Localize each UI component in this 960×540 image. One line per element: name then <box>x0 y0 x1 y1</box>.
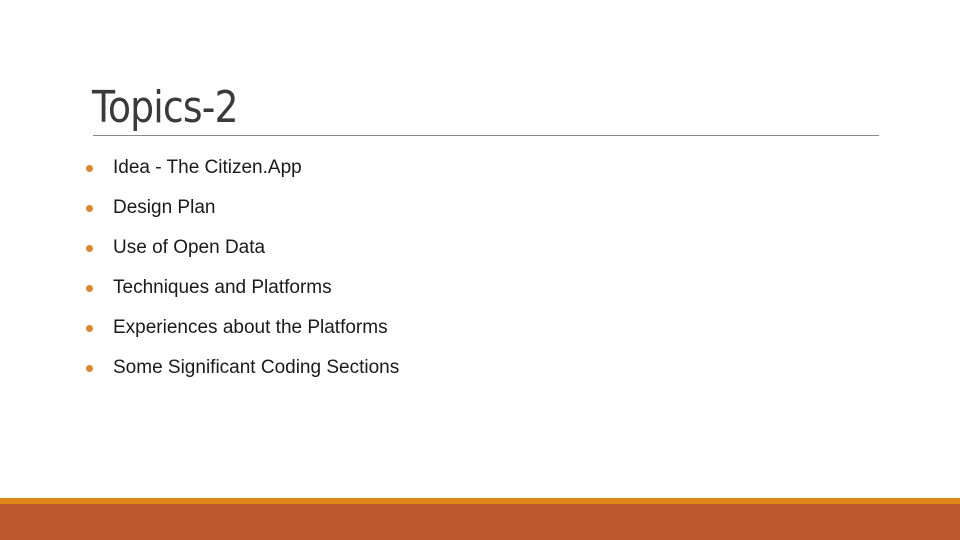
list-item-text: Techniques and Platforms <box>113 277 332 298</box>
list-item: Experiences about the Platforms <box>86 308 399 348</box>
list-item-text: Idea - The Citizen.App <box>113 157 302 178</box>
list-item-text: Design Plan <box>113 197 216 218</box>
footer-band <box>0 504 960 540</box>
list-item: Design Plan <box>86 188 399 228</box>
list-item-text: Experiences about the Platforms <box>113 317 388 338</box>
slide: Topics-2 Idea - The Citizen.App Design P… <box>0 0 960 540</box>
slide-title: Topics-2 <box>92 82 239 133</box>
list-item-text: Some Significant Coding Sections <box>113 357 400 378</box>
list-item: Use of Open Data <box>86 228 399 268</box>
list-item-text: Use of Open Data <box>113 237 266 258</box>
title-underline <box>93 135 879 136</box>
bullet-icon <box>86 164 93 172</box>
list-item: Some Significant Coding Sections <box>86 348 399 388</box>
bullet-icon <box>86 244 93 252</box>
topic-list: Idea - The Citizen.App Design Plan Use o… <box>86 148 399 388</box>
list-item: Idea - The Citizen.App <box>86 148 399 188</box>
list-item: Techniques and Platforms <box>86 268 399 308</box>
bullet-icon <box>86 324 93 332</box>
bullet-icon <box>86 204 93 212</box>
bullet-icon <box>86 364 93 372</box>
bullet-icon <box>86 284 93 292</box>
